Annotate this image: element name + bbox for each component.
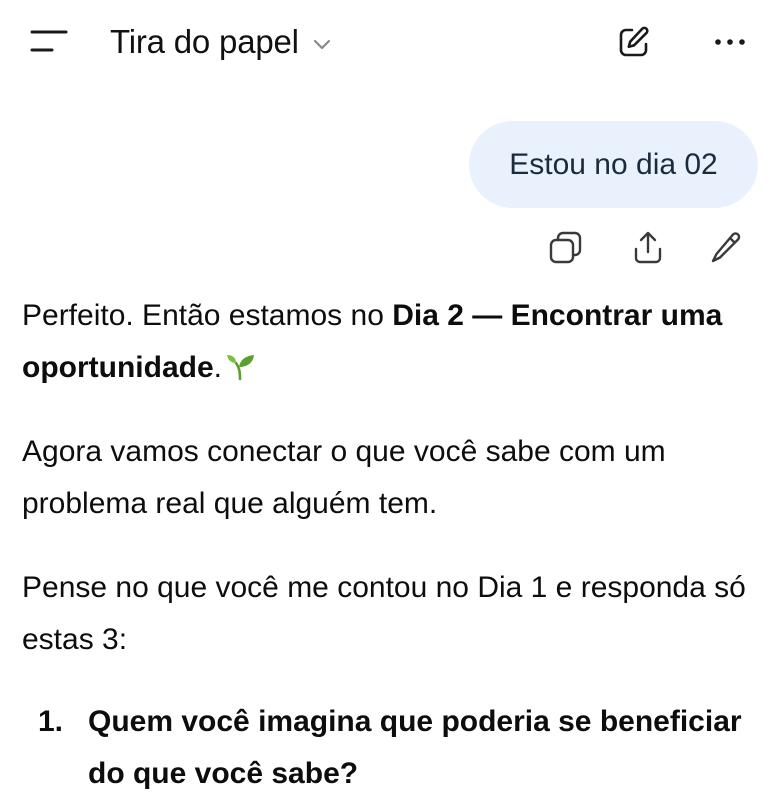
user-message-bubble: Estou no dia 02 (469, 121, 758, 208)
share-icon (634, 231, 662, 264)
copy-button[interactable] (546, 228, 586, 268)
sidebar-menu-icon (30, 30, 68, 52)
share-button[interactable] (628, 228, 668, 268)
reply-paragraph-1: Perfeito. Então estamos no Dia 2 — Encon… (22, 290, 762, 394)
copy-icon (549, 231, 582, 264)
top-bar: Tira do papel (0, 0, 780, 84)
reply-paragraph-3: Pense no que você me contou no Dia 1 e r… (22, 571, 746, 656)
chevron-down-icon (313, 39, 330, 49)
sidebar-menu-button[interactable] (28, 24, 72, 60)
reply-text: Perfeito. Então estamos no (22, 299, 393, 332)
edit-message-button[interactable] (706, 228, 746, 268)
reply-paragraph-2: Agora vamos conectar o que você sabe com… (22, 435, 666, 520)
compose-icon (619, 26, 649, 57)
question-list: 1. Quem você imagina que poderia se bene… (22, 696, 762, 800)
list-item-number: 1. (38, 705, 64, 738)
message-actions (0, 228, 780, 268)
assistant-message: Perfeito. Então estamos no Dia 2 — Encon… (22, 290, 762, 666)
conversation-title-dropdown[interactable]: Tira do papel (110, 20, 333, 64)
seedling-icon (227, 355, 254, 381)
user-message-text: Estou no dia 02 (509, 147, 718, 181)
reply-text: . (213, 351, 222, 384)
edit-icon (711, 232, 741, 263)
more-horizontal-icon (715, 39, 745, 45)
new-chat-button[interactable] (614, 22, 654, 62)
list-item-text: Quem você imagina que poderia se benefic… (88, 705, 742, 790)
list-item: 1. Quem você imagina que poderia se bene… (22, 696, 762, 800)
more-options-button[interactable] (708, 22, 752, 62)
conversation-title: Tira do papel (110, 23, 299, 60)
